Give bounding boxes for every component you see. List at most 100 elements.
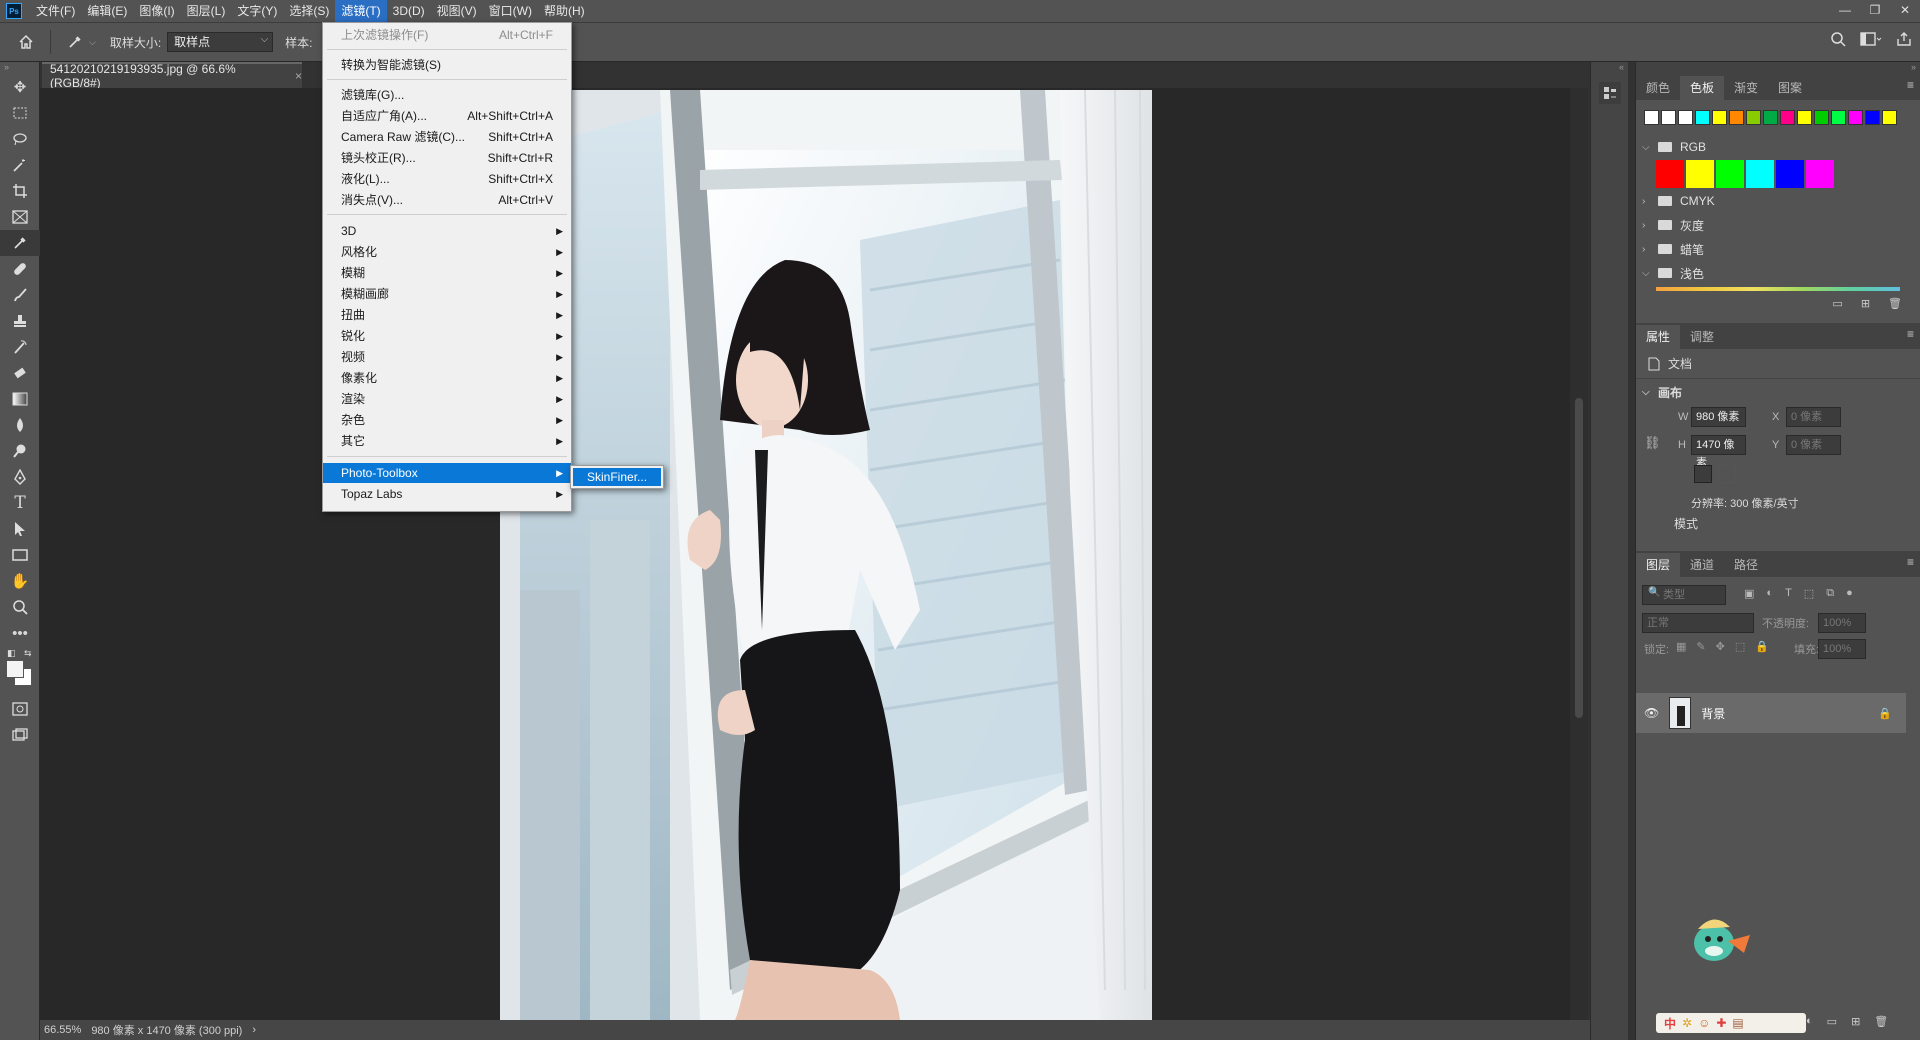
menu-window[interactable]: 窗口(W): [483, 0, 538, 22]
restore-button[interactable]: ❐: [1860, 0, 1890, 20]
history-brush-tool-icon[interactable]: [0, 334, 40, 360]
new-layer-icon[interactable]: ⊞: [1851, 1015, 1860, 1028]
blur-tool-icon[interactable]: [0, 412, 40, 438]
panel-menu-icon[interactable]: ≡: [1907, 78, 1914, 92]
landscape-orientation-icon[interactable]: [1718, 465, 1736, 483]
link-icon[interactable]: ⛓: [1644, 435, 1661, 451]
pen-tool-icon[interactable]: [0, 464, 40, 490]
chevron-right-icon[interactable]: ›: [1642, 196, 1650, 207]
shape-filter-icon[interactable]: ⬚: [1804, 587, 1814, 600]
zoom-tool-icon[interactable]: [0, 594, 40, 620]
x-input[interactable]: 0 像素: [1786, 407, 1841, 427]
ime-punct-icon[interactable]: ✲: [1682, 1016, 1692, 1030]
brush-tool-icon[interactable]: [0, 282, 40, 308]
menu-item-camera-raw[interactable]: Camera Raw 滤镜(C)... Shift+Ctrl+A: [323, 127, 571, 147]
tab-paths[interactable]: 路径: [1724, 553, 1768, 577]
ime-skin-icon[interactable]: ▤: [1732, 1016, 1743, 1030]
move-tool-icon[interactable]: ✥: [0, 74, 40, 100]
color-swatch[interactable]: [1776, 160, 1804, 188]
eraser-tool-icon[interactable]: [0, 360, 40, 386]
menu-item-noise[interactable]: 杂色 ▶: [323, 410, 571, 430]
minimize-button[interactable]: —: [1830, 0, 1860, 20]
sample-size-select[interactable]: 取样点: [167, 31, 274, 52]
expand-panels-icon[interactable]: «: [1591, 62, 1628, 74]
menu-item-blur-gallery[interactable]: 模糊画廊 ▶: [323, 284, 571, 304]
color-swatch[interactable]: [1729, 110, 1744, 125]
layer-lock-icon[interactable]: 🔒: [1878, 707, 1892, 720]
menu-item-blur[interactable]: 模糊 ▶: [323, 263, 571, 283]
eyedropper-tool-preset-icon[interactable]: [63, 30, 87, 54]
history-panel-icon[interactable]: [1599, 82, 1621, 104]
color-swatch[interactable]: [1656, 160, 1684, 188]
menu-select[interactable]: 选择(S): [283, 0, 335, 22]
opacity-input[interactable]: 100%: [1818, 613, 1866, 633]
dodge-tool-icon[interactable]: [0, 438, 40, 464]
delete-icon[interactable]: 🗑: [1888, 297, 1902, 313]
scrollbar-thumb[interactable]: [1575, 398, 1583, 718]
color-swatch[interactable]: [1780, 110, 1795, 125]
canvas-section-header[interactable]: ⌵ 画布: [1636, 379, 1920, 405]
portrait-orientation-icon[interactable]: [1694, 465, 1712, 483]
frame-tool-icon[interactable]: [0, 204, 40, 230]
menu-image[interactable]: 图像(I): [133, 0, 180, 22]
color-swatch[interactable]: [1661, 110, 1676, 125]
marquee-tool-icon[interactable]: [0, 100, 40, 126]
lock-transparent-icon[interactable]: ▦: [1676, 640, 1686, 653]
panel-menu-icon[interactable]: ≡: [1907, 555, 1914, 569]
status-menu-arrow-icon[interactable]: ›: [252, 1024, 256, 1036]
menu-help[interactable]: 帮助(H): [538, 0, 591, 22]
tab-gradients[interactable]: 渐变: [1724, 76, 1768, 100]
lock-position-icon[interactable]: ✥: [1716, 640, 1725, 653]
eye-visibility-icon[interactable]: 👁: [1644, 706, 1659, 720]
menu-item-stylize[interactable]: 风格化 ▶: [323, 242, 571, 262]
chevron-down-icon[interactable]: ⌵: [1642, 142, 1650, 153]
swatch-folder-pastel[interactable]: › 蜡笔: [1636, 237, 1920, 261]
chevron-down-icon[interactable]: ⌵: [1642, 387, 1650, 398]
swatch-folder-rgb[interactable]: ⌵ RGB: [1636, 135, 1920, 159]
color-swatch[interactable]: [1848, 110, 1863, 125]
color-swatch[interactable]: [1882, 110, 1897, 125]
menu-item-render[interactable]: 渲染 ▶: [323, 389, 571, 409]
photoshop-logo-icon[interactable]: Ps: [6, 3, 22, 19]
menu-item-pixelate[interactable]: 像素化 ▶: [323, 368, 571, 388]
crop-tool-icon[interactable]: [0, 178, 40, 204]
menu-view[interactable]: 视图(V): [431, 0, 483, 22]
color-swatch[interactable]: [1814, 110, 1829, 125]
color-swatch[interactable]: [1712, 110, 1727, 125]
chevron-down-icon[interactable]: ⌵: [1642, 268, 1650, 279]
close-button[interactable]: ✕: [1890, 0, 1920, 20]
canvas-vertical-scrollbar[interactable]: [1570, 88, 1588, 1020]
tab-patterns[interactable]: 图案: [1768, 76, 1812, 100]
foreground-color-swatch[interactable]: [6, 660, 24, 678]
ime-chinese-label[interactable]: 中: [1664, 1015, 1676, 1032]
layer-name[interactable]: 背景: [1701, 705, 1725, 722]
menu-item-vanishing-point[interactable]: 消失点(V)... Alt+Ctrl+V: [323, 190, 571, 210]
tab-adjustments[interactable]: 调整: [1680, 325, 1724, 349]
chevron-right-icon[interactable]: ›: [1642, 220, 1650, 231]
tab-layers[interactable]: 图层: [1636, 553, 1681, 577]
document-tab[interactable]: 54120210219193935.jpg @ 66.6%(RGB/8#) ×: [42, 62, 302, 90]
height-input[interactable]: 1470 像素: [1691, 435, 1746, 469]
panel-collapse-icon[interactable]: »: [0, 62, 39, 74]
color-swatch[interactable]: [1865, 110, 1880, 125]
chevron-right-icon[interactable]: ›: [1642, 244, 1650, 255]
magic-wand-tool-icon[interactable]: [0, 152, 40, 178]
path-selection-tool-icon[interactable]: [0, 516, 40, 542]
zoom-level[interactable]: 66.55%: [44, 1024, 81, 1036]
default-colors-icon[interactable]: ◧: [7, 648, 16, 659]
ime-emoji-icon[interactable]: ☺: [1698, 1016, 1710, 1030]
swatch-folder-light[interactable]: ⌵ 浅色: [1636, 261, 1920, 285]
adjustment-layer-icon[interactable]: ◐: [1806, 1015, 1813, 1028]
close-tab-icon[interactable]: ×: [295, 69, 302, 83]
menu-item-lens-correction[interactable]: 镜头校正(R)... Shift+Ctrl+R: [323, 148, 571, 168]
color-swatch[interactable]: [1716, 160, 1744, 188]
type-filter-icon[interactable]: T: [1785, 587, 1792, 600]
image-filter-icon[interactable]: ▣: [1744, 587, 1754, 600]
menu-filter[interactable]: 滤镜(T): [335, 0, 387, 22]
layer-row-background[interactable]: 👁 背景 🔒: [1636, 693, 1906, 733]
quick-mask-icon[interactable]: [0, 696, 40, 722]
color-swatch[interactable]: [1686, 160, 1714, 188]
lasso-tool-icon[interactable]: [0, 126, 40, 152]
menu-item-filter-gallery[interactable]: 滤镜库(G)...: [323, 85, 571, 105]
menu-item-topaz-labs[interactable]: Topaz Labs ▶: [323, 484, 571, 504]
